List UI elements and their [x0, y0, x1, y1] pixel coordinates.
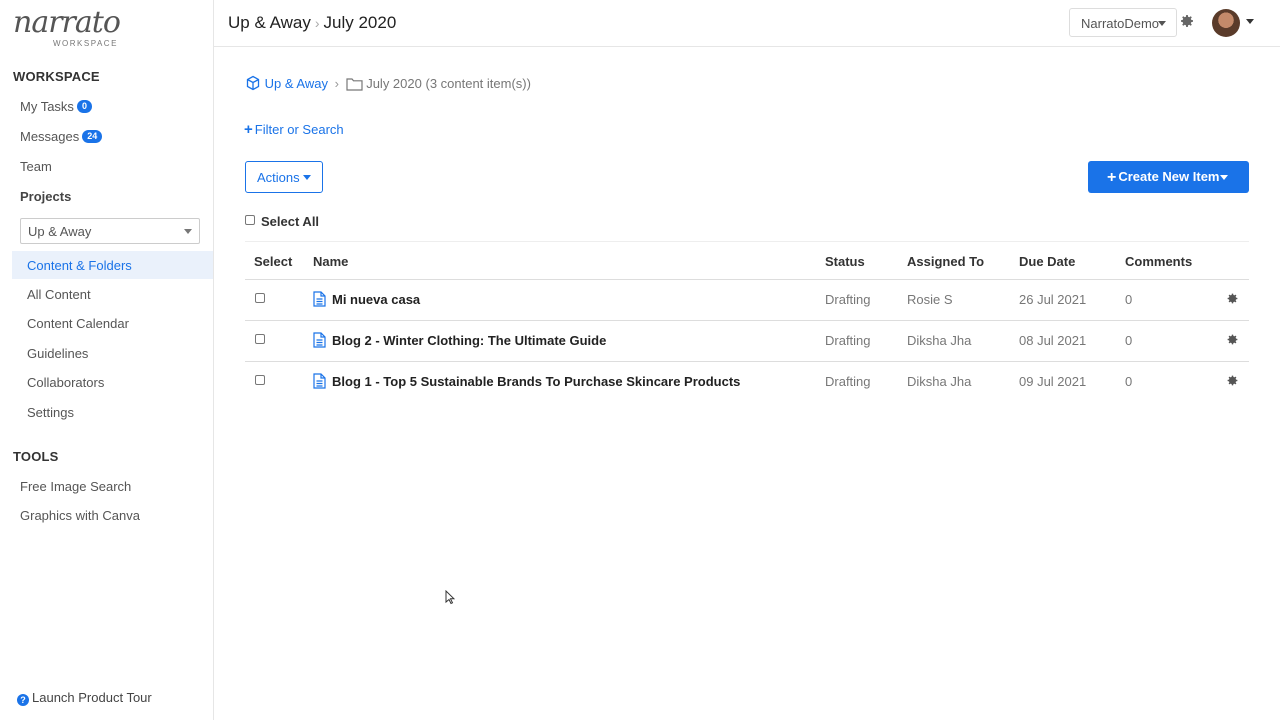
column-select: Select: [254, 254, 293, 269]
project-select-value: Up & Away: [28, 224, 92, 239]
plus-icon: +: [244, 121, 253, 138]
sidebar-item-collaborators[interactable]: Collaborators: [27, 375, 104, 390]
projects-label: Projects: [20, 189, 72, 204]
sidebar-item-settings[interactable]: Settings: [27, 405, 74, 420]
cube-icon: [246, 75, 260, 91]
caret-down-icon[interactable]: [1246, 19, 1254, 24]
my-tasks-label: My Tasks: [20, 99, 74, 114]
column-due-date[interactable]: Due Date: [1019, 254, 1075, 269]
item-status: Drafting: [825, 333, 871, 348]
actions-label: Actions: [257, 170, 300, 185]
settings-gear-icon[interactable]: [1179, 13, 1195, 29]
caret-down-icon: [303, 175, 311, 180]
user-avatar[interactable]: [1212, 9, 1240, 37]
document-icon: [313, 291, 326, 307]
row-checkbox[interactable]: [255, 334, 265, 344]
item-status: Drafting: [825, 374, 871, 389]
row-checkbox[interactable]: [255, 293, 265, 303]
sidebar-item-messages[interactable]: Messages 24: [20, 129, 103, 144]
sidebar-item-guidelines[interactable]: Guidelines: [27, 346, 88, 361]
sidebar-item-free-image-search[interactable]: Free Image Search: [20, 479, 131, 494]
item-comments: 0: [1125, 292, 1133, 307]
sidebar-item-graphics-canva[interactable]: Graphics with Canva: [20, 508, 140, 523]
row-gear-icon[interactable]: [1226, 333, 1239, 346]
item-assigned: Rosie S: [907, 292, 953, 307]
row-gear-icon[interactable]: [1226, 292, 1239, 305]
chevron-right-icon: ›: [314, 15, 320, 31]
breadcrumb-folder: July 2020: [366, 76, 422, 91]
breadcrumb-count: (3 content item(s)): [425, 76, 531, 91]
column-name[interactable]: Name: [313, 254, 348, 269]
table-row[interactable]: Blog 1 - Top 5 Sustainable Brands To Pur…: [245, 362, 1249, 403]
create-new-item-button[interactable]: + Create New Item: [1088, 161, 1249, 193]
item-name-link[interactable]: Blog 1 - Top 5 Sustainable Brands To Pur…: [332, 374, 740, 389]
workspace-section-title: WORKSPACE: [13, 69, 100, 84]
chevron-right-icon: ›: [334, 76, 339, 91]
narrato-logo[interactable]: narrato WORKSPACE: [13, 6, 123, 50]
select-all-label: Select All: [261, 214, 320, 229]
item-comments: 0: [1125, 333, 1133, 348]
help-icon: ?: [17, 694, 29, 706]
row-gear-icon[interactable]: [1226, 374, 1239, 387]
item-name-link[interactable]: Blog 2 - Winter Clothing: The Ultimate G…: [332, 333, 606, 348]
account-dropdown[interactable]: NarratoDemo: [1069, 8, 1177, 37]
tour-label: Launch Product Tour: [32, 690, 152, 705]
sidebar-item-team[interactable]: Team: [20, 159, 52, 174]
project-select[interactable]: Up & Away: [20, 218, 200, 244]
actions-button[interactable]: Actions: [245, 161, 323, 193]
item-status: Drafting: [825, 292, 871, 307]
item-name-link[interactable]: Mi nueva casa: [332, 292, 420, 307]
caret-down-icon: [1158, 21, 1166, 26]
item-comments: 0: [1125, 374, 1133, 389]
breadcrumb: Up & Away › July 2020 (3 content item(s)…: [245, 75, 531, 91]
filter-search-link[interactable]: + Filter or Search: [244, 121, 344, 138]
sidebar-item-my-tasks[interactable]: My Tasks 0: [20, 99, 92, 114]
sidebar-item-content-folders[interactable]: Content & Folders: [12, 251, 213, 279]
column-status[interactable]: Status: [825, 254, 865, 269]
column-assigned[interactable]: Assigned To: [907, 254, 984, 269]
select-all-checkbox[interactable]: [245, 215, 255, 225]
document-icon: [313, 373, 326, 389]
sidebar-item-content-calendar[interactable]: Content Calendar: [27, 316, 129, 331]
tools-section-title: TOOLS: [13, 449, 59, 464]
table-header: Select Name Status Assigned To Due Date …: [245, 241, 1249, 280]
filter-label: Filter or Search: [254, 122, 344, 137]
item-due-date: 08 Jul 2021: [1019, 333, 1087, 348]
mouse-cursor-icon: [445, 590, 455, 605]
title-folder: July 2020: [323, 13, 397, 32]
top-bar: Up & Away › July 2020 NarratoDemo: [214, 0, 1280, 47]
messages-label: Messages: [20, 129, 80, 144]
caret-down-icon: [184, 229, 192, 234]
launch-tour-link[interactable]: ? Launch Product Tour: [17, 690, 152, 706]
item-assigned: Diksha Jha: [907, 333, 972, 348]
breadcrumb-project-link[interactable]: Up & Away: [265, 76, 328, 91]
caret-down-icon: [1220, 175, 1228, 180]
document-icon: [313, 332, 326, 348]
content-folders-label: Content & Folders: [27, 258, 132, 273]
sidebar: narrato WORKSPACE WORKSPACE My Tasks 0 Me…: [0, 0, 214, 720]
create-label: Create New Item: [1118, 169, 1220, 184]
column-comments[interactable]: Comments: [1125, 254, 1192, 269]
my-tasks-badge: 0: [76, 100, 92, 113]
page-title: Up & Away › July 2020: [228, 13, 396, 33]
item-due-date: 09 Jul 2021: [1019, 374, 1087, 389]
account-name: NarratoDemo: [1081, 16, 1160, 31]
messages-badge: 24: [82, 130, 103, 143]
item-due-date: 26 Jul 2021: [1019, 292, 1087, 307]
plus-icon: +: [1107, 169, 1117, 186]
folder-icon: [345, 78, 363, 91]
logo-subtext: WORKSPACE: [53, 39, 118, 48]
sidebar-item-all-content[interactable]: All Content: [27, 287, 91, 302]
item-assigned: Diksha Jha: [907, 374, 972, 389]
table-row[interactable]: Mi nueva casa Drafting Rosie S 26 Jul 20…: [245, 280, 1249, 321]
table-row[interactable]: Blog 2 - Winter Clothing: The Ultimate G…: [245, 321, 1249, 362]
row-checkbox[interactable]: [255, 375, 265, 385]
title-project: Up & Away: [228, 13, 311, 32]
logo-text: narrato: [13, 5, 121, 40]
